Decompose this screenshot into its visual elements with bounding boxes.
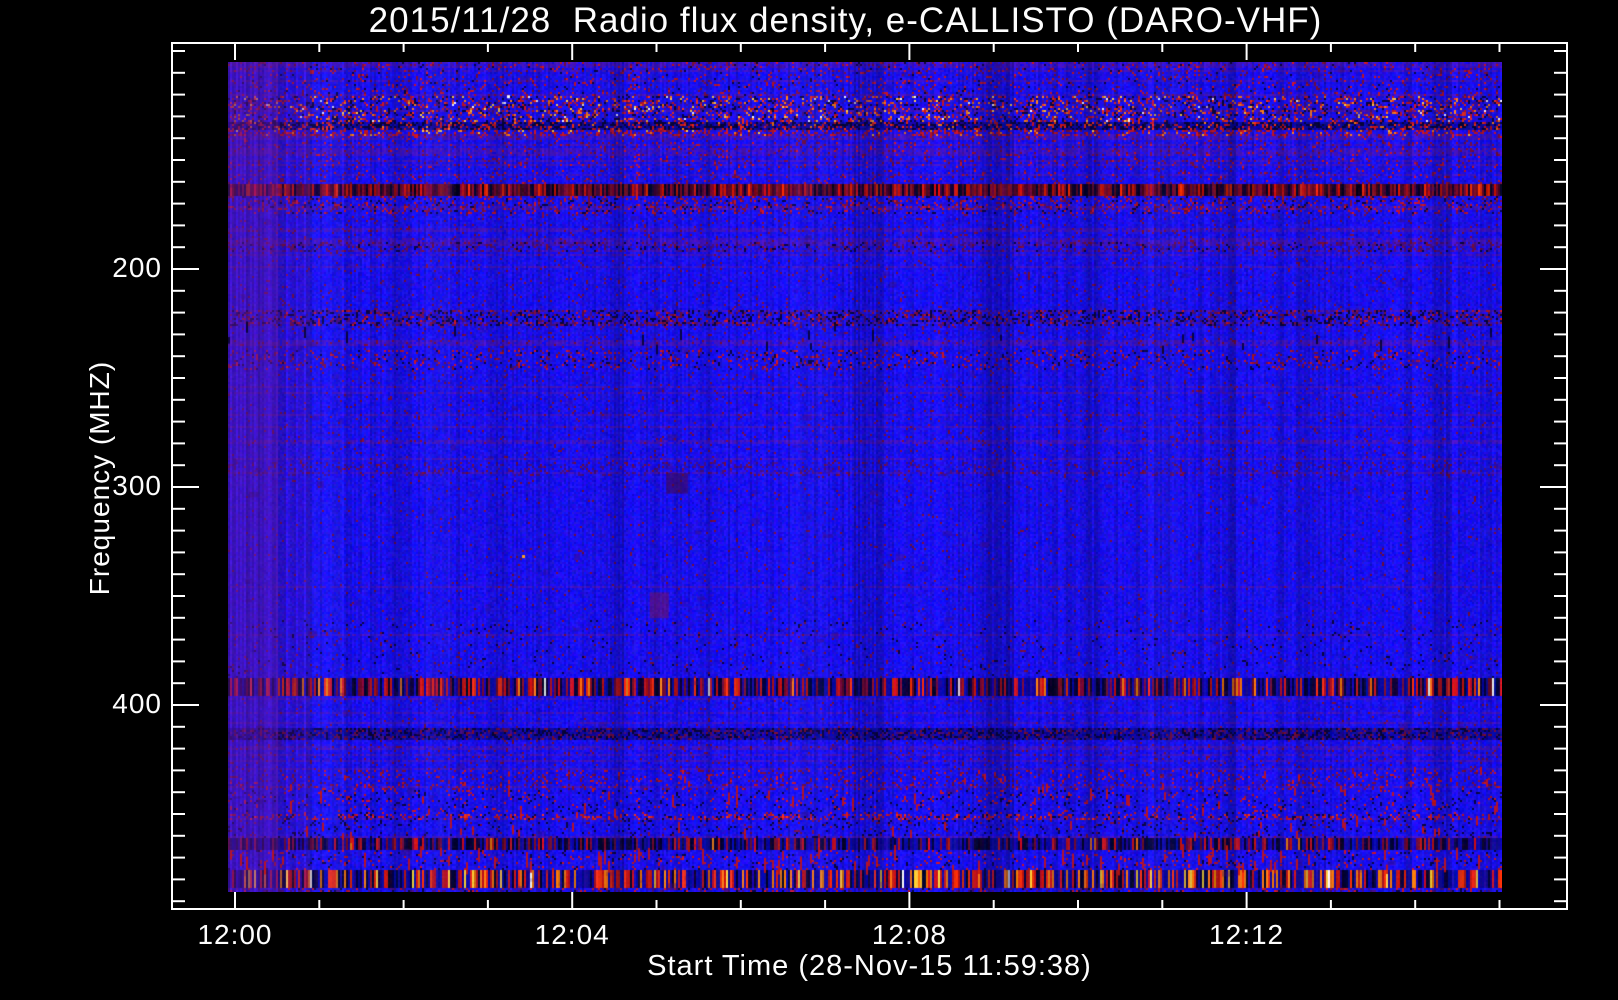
x-axis-title: Start Time (28-Nov-15 11:59:38) <box>647 950 1092 982</box>
x-tick-label: 12:04 <box>534 919 610 950</box>
spectrogram-chart: 2015/11/28 Radio flux density, e-CALLIST… <box>0 0 1618 1000</box>
axes-frame <box>171 42 1568 910</box>
x-tick-label: 12:00 <box>197 919 273 950</box>
y-tick-label: 400 <box>112 687 162 719</box>
plot-frame <box>171 42 1568 910</box>
x-tick-label: 12:08 <box>871 919 947 950</box>
y-tick-label: 200 <box>112 252 162 283</box>
x-tick-label: 12:12 <box>1209 919 1285 950</box>
y-axis-title: Frequency (MHZ) <box>84 360 115 596</box>
